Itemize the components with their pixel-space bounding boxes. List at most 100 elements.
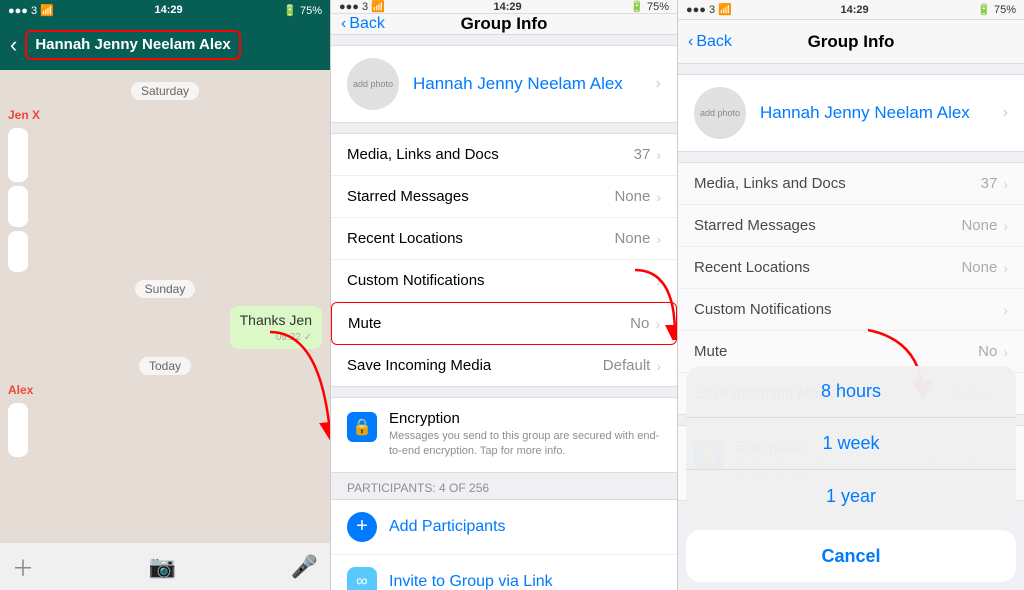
red-arrow-panel2 bbox=[625, 260, 677, 340]
row-mute-label: Mute bbox=[348, 315, 630, 332]
battery-2: 🔋 75% bbox=[630, 0, 669, 13]
bubble-received-2 bbox=[8, 186, 28, 227]
add-participants-row[interactable]: + Add Participants bbox=[331, 500, 677, 555]
info-statusbar: ●●● 3 📶 14:29 🔋 75% bbox=[331, 0, 677, 14]
chat-panel: ●●● 3 📶 14:29 🔋 75% ‹ Hannah Jenny Neela… bbox=[0, 0, 330, 590]
modal-row-locations-label: Recent Locations bbox=[694, 259, 961, 276]
encryption-row[interactable]: 🔒 Encryption Messages you send to this g… bbox=[331, 397, 677, 473]
participants-label: PARTICIPANTS: 4 OF 256 bbox=[331, 473, 677, 499]
modal-row-notifications-label: Custom Notifications bbox=[694, 301, 1003, 318]
bubble-received-alex bbox=[8, 403, 28, 457]
mic-icon[interactable]: 🎤 bbox=[291, 554, 318, 580]
modal-row-locations: Recent Locations None › bbox=[678, 247, 1024, 289]
info-navbar: ‹ Back Group Info bbox=[331, 14, 677, 35]
modal-statusbar: ●●● 3 📶 14:29 🔋 75% bbox=[678, 0, 1024, 20]
modal-add-photo[interactable]: add photo bbox=[694, 87, 746, 139]
row-starred-chevron: › bbox=[656, 189, 661, 205]
group-header: add photo Hannah Jenny Neelam Alex › bbox=[331, 45, 677, 123]
row-locations-value: None bbox=[614, 230, 650, 247]
carrier-2: ●●● 3 📶 bbox=[339, 0, 385, 13]
bubble-received-3 bbox=[8, 231, 28, 272]
time-2: 14:29 bbox=[493, 1, 521, 13]
row-locations[interactable]: Recent Locations None › bbox=[331, 218, 677, 260]
action-sheet: 8 hours 1 week 1 year bbox=[686, 366, 1016, 522]
row-notifications-label: Custom Notifications bbox=[347, 272, 656, 289]
row-media-value: 37 bbox=[634, 146, 651, 163]
row-media-chevron: › bbox=[656, 147, 661, 163]
modal-row-notifications: Custom Notifications › bbox=[678, 289, 1024, 331]
modal-back-chevron: ‹ bbox=[688, 33, 693, 51]
participants-section: + Add Participants ∞ Invite to Group via… bbox=[331, 499, 677, 590]
row-starred[interactable]: Starred Messages None › bbox=[331, 176, 677, 218]
encryption-title: Encryption bbox=[389, 410, 661, 427]
invite-row[interactable]: ∞ Invite to Group via Link bbox=[331, 555, 677, 590]
battery-display: 🔋 75% bbox=[283, 4, 322, 17]
back-button[interactable]: ‹ bbox=[10, 34, 17, 56]
back-button-2[interactable]: ‹ Back bbox=[341, 15, 385, 33]
chat-title: Hannah Jenny Neelam Alex bbox=[35, 36, 230, 53]
action-sheet-overlay: 8 hours 1 week 1 year Cancel bbox=[678, 366, 1024, 590]
add-photo-label: add photo bbox=[353, 79, 393, 90]
sender-jen: Jen X bbox=[8, 108, 322, 122]
row-media-save-label: Save Incoming Media bbox=[347, 357, 603, 374]
modal-row-media-value: 37 bbox=[981, 175, 998, 192]
chat-statusbar: ●●● 3 📶 14:29 🔋 75% bbox=[0, 0, 330, 20]
row-starred-value: None bbox=[614, 188, 650, 205]
modal-row-media: Media, Links and Docs 37 › bbox=[678, 163, 1024, 205]
row-locations-chevron: › bbox=[656, 231, 661, 247]
back-label-2: Back bbox=[349, 15, 385, 33]
date-label-sunday: Sunday bbox=[135, 280, 196, 298]
carrier-signal: ●●● 3 📶 bbox=[8, 4, 54, 17]
modal-row-starred-value: None bbox=[961, 217, 997, 234]
modal-add-photo-label: add photo bbox=[700, 108, 740, 119]
time-display: 14:29 bbox=[154, 4, 182, 16]
invite-label: Invite to Group via Link bbox=[389, 573, 553, 590]
modal-row-starred: Starred Messages None › bbox=[678, 205, 1024, 247]
modal-navbar-title: Group Info bbox=[808, 32, 895, 52]
bubble-received-1 bbox=[8, 128, 28, 182]
sent-text: Thanks Jen bbox=[240, 312, 312, 328]
row-locations-label: Recent Locations bbox=[347, 230, 614, 247]
option-1-week[interactable]: 1 week bbox=[686, 418, 1016, 470]
sent-time: 09:22 ✓ bbox=[240, 332, 312, 343]
encryption-icon: 🔒 bbox=[347, 412, 377, 442]
group-info-panel: ●●● 3 📶 14:29 🔋 75% ‹ Back Group Info ad… bbox=[330, 0, 677, 590]
row-media-label: Media, Links and Docs bbox=[347, 146, 634, 163]
modal-navbar: ‹ Back Group Info bbox=[678, 20, 1024, 64]
row-media-save[interactable]: Save Incoming Media Default › bbox=[331, 345, 677, 386]
modal-back-label: Back bbox=[696, 33, 732, 51]
bubble-sent-thanks: Thanks Jen 09:22 ✓ bbox=[230, 306, 322, 349]
group-name: Hannah Jenny Neelam Alex bbox=[413, 74, 656, 94]
cancel-button[interactable]: Cancel bbox=[686, 530, 1016, 582]
plus-icon[interactable]: ＋ bbox=[12, 551, 34, 583]
chat-footer: ＋ 📷 🎤 bbox=[0, 542, 330, 590]
modal-row-mute-value: No bbox=[978, 343, 997, 360]
modal-row-starred-label: Starred Messages bbox=[694, 217, 961, 234]
encryption-text: Encryption Messages you send to this gro… bbox=[389, 410, 661, 460]
modal-back-button[interactable]: ‹ Back bbox=[688, 33, 732, 51]
modal-row-media-label: Media, Links and Docs bbox=[694, 175, 981, 192]
sender-alex: Alex bbox=[8, 383, 322, 397]
row-media-save-value: Default bbox=[603, 357, 651, 374]
row-media-save-chevron: › bbox=[656, 358, 661, 374]
date-label-today: Today bbox=[139, 357, 191, 375]
encryption-desc: Messages you send to this group are secu… bbox=[389, 429, 661, 460]
time-3: 14:29 bbox=[840, 4, 868, 16]
add-photo-button[interactable]: add photo bbox=[347, 58, 399, 110]
option-1-year[interactable]: 1 year bbox=[686, 470, 1016, 522]
back-chevron-2: ‹ bbox=[341, 15, 346, 33]
battery-3: 🔋 75% bbox=[977, 3, 1016, 16]
chat-body: Saturday Jen X Sunday Thanks Jen 09:22 ✓… bbox=[0, 70, 330, 542]
modal-group-chevron: › bbox=[1003, 104, 1008, 122]
row-media[interactable]: Media, Links and Docs 37 › bbox=[331, 134, 677, 176]
row-starred-label: Starred Messages bbox=[347, 188, 614, 205]
chat-title-box: Hannah Jenny Neelam Alex bbox=[25, 30, 240, 60]
option-8-hours[interactable]: 8 hours bbox=[686, 366, 1016, 418]
camera-icon[interactable]: 📷 bbox=[149, 554, 176, 580]
group-name-chevron: › bbox=[656, 75, 661, 93]
lock-icon: 🔒 bbox=[352, 417, 372, 437]
date-label-saturday: Saturday bbox=[131, 82, 199, 100]
modal-row-locations-value: None bbox=[961, 259, 997, 276]
modal-panel: ●●● 3 📶 14:29 🔋 75% ‹ Back Group Info ad… bbox=[677, 0, 1024, 590]
carrier-3: ●●● 3 📶 bbox=[686, 3, 732, 16]
